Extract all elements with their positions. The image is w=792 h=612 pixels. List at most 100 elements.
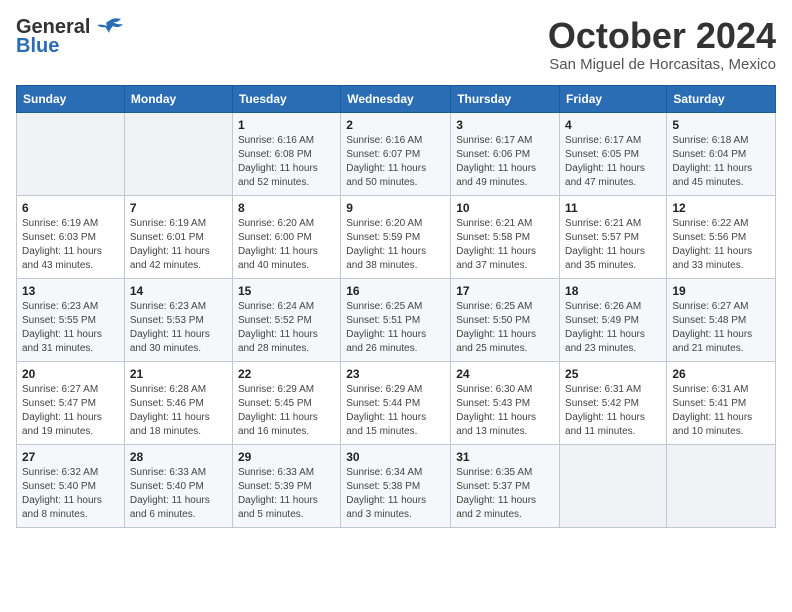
week-row-1: 1Sunrise: 6:16 AMSunset: 6:08 PMDaylight… — [17, 112, 776, 195]
month-title: October 2024 — [548, 16, 776, 56]
calendar-cell: 12 Sunrise: 6:22 AMSunset: 5:56 PMDayligh… — [667, 195, 776, 278]
calendar-cell: 15 Sunrise: 6:24 AMSunset: 5:52 PMDayligh… — [232, 278, 340, 361]
day-info: Sunrise: 6:32 AMSunset: 5:40 PMDaylight:… — [22, 466, 119, 522]
day-info: Sunrise: 6:31 AMSunset: 5:41 PMDaylight:… — [672, 383, 770, 439]
day-number: 7 — [130, 201, 227, 215]
location-subtitle: San Miguel de Horcasitas, Mexico — [548, 56, 776, 73]
week-row-5: 27 Sunrise: 6:32 AMSunset: 5:40 PMDayligh… — [17, 444, 776, 527]
day-number: 5 — [672, 118, 770, 132]
day-number: 6 — [22, 201, 119, 215]
day-info: Sunrise: 6:16 AMSunset: 6:07 PMDaylight:… — [346, 134, 445, 190]
title-area: October 2024 San Miguel de Horcasitas, M… — [548, 16, 776, 73]
day-info: Sunrise: 6:30 AMSunset: 5:43 PMDaylight:… — [456, 383, 554, 439]
day-number: 22 — [238, 367, 335, 381]
day-info: Sunrise: 6:31 AMSunset: 5:42 PMDaylight:… — [565, 383, 661, 439]
day-header-saturday: Saturday — [667, 85, 776, 112]
day-info: Sunrise: 6:25 AMSunset: 5:51 PMDaylight:… — [346, 300, 445, 356]
calendar-table: SundayMondayTuesdayWednesdayThursdayFrid… — [16, 85, 776, 528]
calendar-cell: 14 Sunrise: 6:23 AMSunset: 5:53 PMDayligh… — [124, 278, 232, 361]
day-info: Sunrise: 6:27 AMSunset: 5:48 PMDaylight:… — [672, 300, 770, 356]
calendar-cell: 24 Sunrise: 6:30 AMSunset: 5:43 PMDayligh… — [451, 361, 560, 444]
day-number: 21 — [130, 367, 227, 381]
day-number: 11 — [565, 201, 661, 215]
day-info: Sunrise: 6:19 AMSunset: 6:01 PMDaylight:… — [130, 217, 227, 273]
calendar-cell: 8 Sunrise: 6:20 AMSunset: 6:00 PMDaylight… — [232, 195, 340, 278]
day-header-monday: Monday — [124, 85, 232, 112]
calendar-cell: 9 Sunrise: 6:20 AMSunset: 5:59 PMDaylight… — [341, 195, 451, 278]
day-number: 19 — [672, 284, 770, 298]
day-number: 30 — [346, 450, 445, 464]
week-row-4: 20Sunrise: 6:27 AMSunset: 5:47 PMDayligh… — [17, 361, 776, 444]
day-info: Sunrise: 6:17 AMSunset: 6:06 PMDaylight:… — [456, 134, 554, 190]
calendar-cell: 30 Sunrise: 6:34 AMSunset: 5:38 PMDayligh… — [341, 444, 451, 527]
day-header-friday: Friday — [560, 85, 667, 112]
logo: General Blue — [16, 16, 125, 58]
day-info: Sunrise: 6:20 AMSunset: 6:00 PMDaylight:… — [238, 217, 335, 273]
calendar-cell: 22 Sunrise: 6:29 AMSunset: 5:45 PMDayligh… — [232, 361, 340, 444]
day-info: Sunrise: 6:23 AMSunset: 5:55 PMDaylight:… — [22, 300, 119, 356]
day-header-tuesday: Tuesday — [232, 85, 340, 112]
calendar-cell: 4 Sunrise: 6:17 AMSunset: 6:05 PMDaylight… — [560, 112, 667, 195]
day-info: Sunrise: 6:35 AMSunset: 5:37 PMDaylight:… — [456, 466, 554, 522]
calendar-cell: 7 Sunrise: 6:19 AMSunset: 6:01 PMDaylight… — [124, 195, 232, 278]
day-info: Sunrise: 6:19 AMSunset: 6:03 PMDaylight:… — [22, 217, 119, 273]
calendar-cell: 17 Sunrise: 6:25 AMSunset: 5:50 PMDayligh… — [451, 278, 560, 361]
day-info: Sunrise: 6:17 AMSunset: 6:05 PMDaylight:… — [565, 134, 661, 190]
day-info: Sunrise: 6:26 AMSunset: 5:49 PMDaylight:… — [565, 300, 661, 356]
logo-bird-icon — [95, 17, 125, 39]
day-number: 14 — [130, 284, 227, 298]
day-number: 18 — [565, 284, 661, 298]
day-info: Sunrise: 6:20 AMSunset: 5:59 PMDaylight:… — [346, 217, 445, 273]
day-info: Sunrise: 6:29 AMSunset: 5:45 PMDaylight:… — [238, 383, 335, 439]
day-number: 3 — [456, 118, 554, 132]
day-number: 24 — [456, 367, 554, 381]
day-number: 20 — [22, 367, 119, 381]
calendar-cell — [124, 112, 232, 195]
day-number: 27 — [22, 450, 119, 464]
day-info: Sunrise: 6:21 AMSunset: 5:57 PMDaylight:… — [565, 217, 661, 273]
day-info: Sunrise: 6:22 AMSunset: 5:56 PMDaylight:… — [672, 217, 770, 273]
day-number: 17 — [456, 284, 554, 298]
day-info: Sunrise: 6:23 AMSunset: 5:53 PMDaylight:… — [130, 300, 227, 356]
calendar-cell: 6 Sunrise: 6:19 AMSunset: 6:03 PMDaylight… — [17, 195, 125, 278]
week-row-3: 13 Sunrise: 6:23 AMSunset: 5:55 PMDayligh… — [17, 278, 776, 361]
calendar-cell — [560, 444, 667, 527]
calendar-cell: 27 Sunrise: 6:32 AMSunset: 5:40 PMDayligh… — [17, 444, 125, 527]
day-info: Sunrise: 6:18 AMSunset: 6:04 PMDaylight:… — [672, 134, 770, 190]
day-number: 13 — [22, 284, 119, 298]
day-number: 9 — [346, 201, 445, 215]
calendar-cell: 21 Sunrise: 6:28 AMSunset: 5:46 PMDayligh… — [124, 361, 232, 444]
calendar-cell: 10 Sunrise: 6:21 AMSunset: 5:58 PMDayligh… — [451, 195, 560, 278]
day-number: 28 — [130, 450, 227, 464]
calendar-cell — [17, 112, 125, 195]
calendar-cell: 16Sunrise: 6:25 AMSunset: 5:51 PMDayligh… — [341, 278, 451, 361]
calendar-cell: 26Sunrise: 6:31 AMSunset: 5:41 PMDayligh… — [667, 361, 776, 444]
day-number: 12 — [672, 201, 770, 215]
calendar-cell: 28Sunrise: 6:33 AMSunset: 5:40 PMDayligh… — [124, 444, 232, 527]
calendar-cell: 18 Sunrise: 6:26 AMSunset: 5:49 PMDayligh… — [560, 278, 667, 361]
day-info: Sunrise: 6:29 AMSunset: 5:44 PMDaylight:… — [346, 383, 445, 439]
day-number: 25 — [565, 367, 661, 381]
calendar-cell: 20Sunrise: 6:27 AMSunset: 5:47 PMDayligh… — [17, 361, 125, 444]
day-number: 15 — [238, 284, 335, 298]
calendar-cell: 13 Sunrise: 6:23 AMSunset: 5:55 PMDayligh… — [17, 278, 125, 361]
day-number: 10 — [456, 201, 554, 215]
calendar-cell — [667, 444, 776, 527]
day-number: 2 — [346, 118, 445, 132]
header-row: SundayMondayTuesdayWednesdayThursdayFrid… — [17, 85, 776, 112]
day-number: 8 — [238, 201, 335, 215]
day-info: Sunrise: 6:34 AMSunset: 5:38 PMDaylight:… — [346, 466, 445, 522]
day-number: 4 — [565, 118, 661, 132]
calendar-cell: 19 Sunrise: 6:27 AMSunset: 5:48 PMDayligh… — [667, 278, 776, 361]
day-info: Sunrise: 6:24 AMSunset: 5:52 PMDaylight:… — [238, 300, 335, 356]
page-header: General Blue October 2024 San Miguel de … — [16, 16, 776, 73]
day-header-sunday: Sunday — [17, 85, 125, 112]
calendar-cell: 2 Sunrise: 6:16 AMSunset: 6:07 PMDaylight… — [341, 112, 451, 195]
day-info: Sunrise: 6:33 AMSunset: 5:39 PMDaylight:… — [238, 466, 335, 522]
calendar-cell: 31Sunrise: 6:35 AMSunset: 5:37 PMDayligh… — [451, 444, 560, 527]
calendar-cell: 29Sunrise: 6:33 AMSunset: 5:39 PMDayligh… — [232, 444, 340, 527]
day-info: Sunrise: 6:21 AMSunset: 5:58 PMDaylight:… — [456, 217, 554, 273]
day-info: Sunrise: 6:25 AMSunset: 5:50 PMDaylight:… — [456, 300, 554, 356]
day-info: Sunrise: 6:28 AMSunset: 5:46 PMDaylight:… — [130, 383, 227, 439]
calendar-cell: 23Sunrise: 6:29 AMSunset: 5:44 PMDayligh… — [341, 361, 451, 444]
